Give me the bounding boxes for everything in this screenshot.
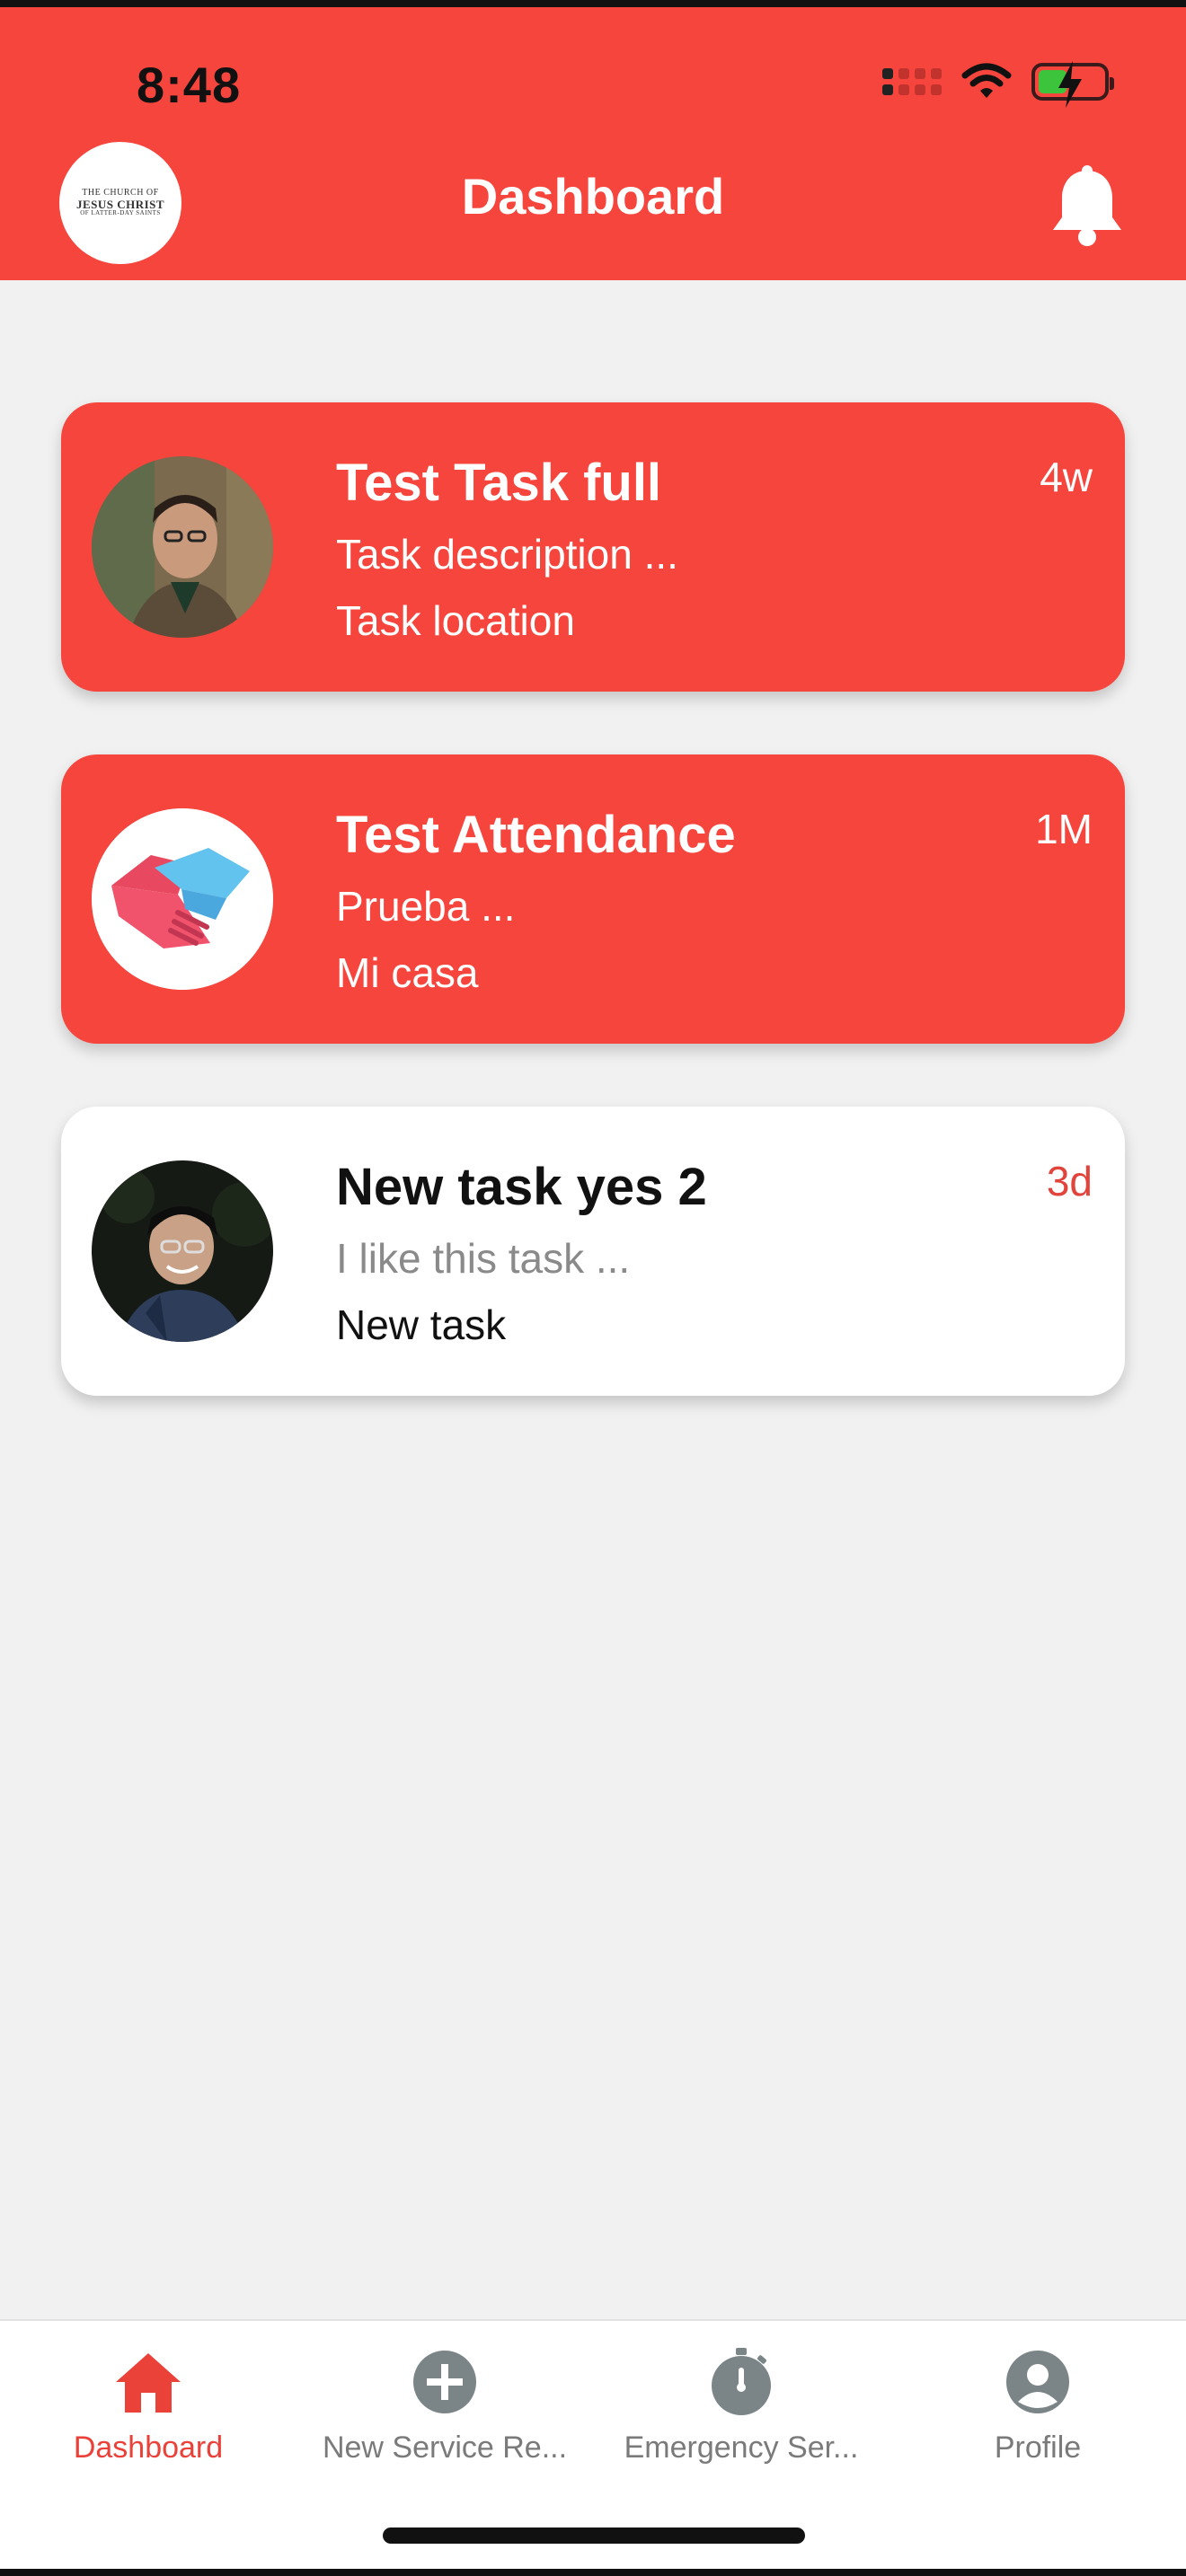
home-icon [112,2346,184,2418]
home-indicator[interactable] [383,2527,805,2544]
nav-emergency-service[interactable]: Emergency Ser... [593,2346,890,2466]
profile-icon [1002,2346,1074,2418]
stopwatch-icon [705,2346,777,2418]
task-age: 3d [1046,1158,1093,1204]
status-icons [882,61,1114,108]
avatar [92,808,273,990]
battery-icon [1031,61,1114,108]
task-title: Test Attendance [336,806,736,864]
avatar [92,456,273,638]
task-age: 4w [1040,454,1093,500]
nav-new-service-request[interactable]: New Service Re... [296,2346,593,2466]
page-title: Dashboard [461,168,725,225]
task-card[interactable]: Test Task full Task description ... Task… [61,402,1125,692]
task-description: Task description ... [336,531,678,578]
task-title: New task yes 2 [336,1158,707,1216]
nav-label: New Service Re... [322,2430,568,2465]
screen-bottom-edge [0,2569,1186,2576]
nav-label: Emergency Ser... [624,2430,859,2465]
avatar [92,1160,273,1342]
task-card[interactable]: Test Attendance Prueba ... Mi casa 1M [61,754,1125,1044]
task-location: New task [336,1301,507,1348]
handshake-icon [92,808,273,990]
task-location: Mi casa [336,949,479,996]
app-header: 8:48 THE CHURCH OF JESUS CHRIST OF LATTE… [0,7,1186,280]
task-description: Prueba ... [336,883,516,930]
nav-label: Profile [994,2430,1082,2465]
nav-profile[interactable]: Profile [890,2346,1186,2466]
bell-icon[interactable] [1049,165,1125,248]
nav-label: Dashboard [73,2430,224,2465]
cellular-signal-icon [882,68,942,95]
nav-dashboard[interactable]: Dashboard [0,2346,296,2466]
screen-top-edge [0,0,1186,7]
status-time: 8:48 [137,57,242,113]
task-card[interactable]: New task yes 2 I like this task ... New … [61,1107,1125,1396]
task-location: Task location [336,597,575,644]
task-title: Test Task full [336,454,662,512]
wifi-icon [961,63,1012,98]
task-description: I like this task ... [336,1235,631,1282]
plus-circle-icon [409,2346,481,2418]
task-age: 1M [1035,806,1093,852]
